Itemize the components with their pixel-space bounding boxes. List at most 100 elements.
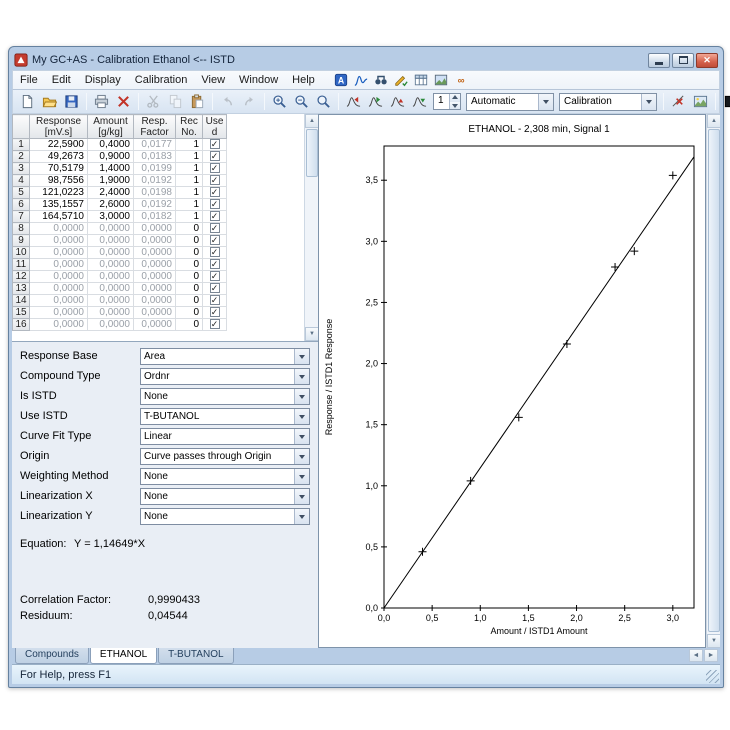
used-checkbox[interactable]: ✓ — [210, 319, 220, 329]
redo-icon[interactable] — [239, 91, 260, 112]
amount-cell[interactable]: 1,4000 — [88, 163, 134, 175]
scroll-up-icon[interactable]: ▲ — [707, 114, 720, 128]
response-cell[interactable]: 0,0000 — [30, 307, 88, 319]
response-cell[interactable]: 0,0000 — [30, 283, 88, 295]
spinner-down-icon[interactable] — [450, 102, 460, 110]
resp-factor-cell[interactable]: 0,0000 — [134, 235, 176, 247]
resp-factor-cell[interactable]: 0,0000 — [134, 271, 176, 283]
used-checkbox[interactable]: ✓ — [210, 199, 220, 209]
is-istd-combo[interactable]: None — [140, 388, 310, 405]
resp-factor-cell[interactable]: 0,0182 — [134, 211, 176, 223]
used-cell[interactable]: ✓ — [203, 235, 227, 247]
rec-no-cell[interactable]: 1 — [176, 187, 203, 199]
response-cell[interactable]: 0,0000 — [30, 271, 88, 283]
used-checkbox[interactable]: ✓ — [210, 235, 220, 245]
used-checkbox[interactable]: ✓ — [210, 139, 220, 149]
linearization-x-combo[interactable]: None — [140, 488, 310, 505]
used-cell[interactable]: ✓ — [203, 199, 227, 211]
rec-no-cell[interactable]: 0 — [176, 259, 203, 271]
amount-cell[interactable]: 0,0000 — [88, 271, 134, 283]
linearization-y-combo[interactable]: None — [140, 508, 310, 525]
rec-no-cell[interactable]: 1 — [176, 139, 203, 151]
main-scrollbar[interactable]: ▲ ▼ — [706, 114, 720, 648]
row-number[interactable]: 15 — [13, 307, 30, 319]
row-number[interactable]: 2 — [13, 151, 30, 163]
used-cell[interactable]: ✓ — [203, 151, 227, 163]
image-icon[interactable] — [432, 72, 450, 89]
response-cell[interactable]: 135,1557 — [30, 199, 88, 211]
tab-scroll-right-icon[interactable]: ► — [704, 649, 718, 662]
menu-help[interactable]: Help — [285, 72, 322, 88]
chevron-down-icon[interactable] — [294, 349, 309, 364]
used-cell[interactable]: ✓ — [203, 163, 227, 175]
rec-no-cell[interactable]: 0 — [176, 307, 203, 319]
curve-fit-type-combo[interactable]: Linear — [140, 428, 310, 445]
menu-view[interactable]: View — [194, 72, 232, 88]
previous-peak-icon[interactable] — [343, 91, 364, 112]
undo-icon[interactable] — [217, 91, 238, 112]
amount-cell[interactable]: 0,0000 — [88, 223, 134, 235]
close-button[interactable]: ✕ — [696, 53, 718, 68]
response-cell[interactable]: 0,0000 — [30, 295, 88, 307]
rec-no-cell[interactable]: 1 — [176, 175, 203, 187]
delete-icon[interactable] — [113, 91, 134, 112]
resize-grip[interactable] — [706, 670, 719, 683]
used-cell[interactable]: ✓ — [203, 139, 227, 151]
response-cell[interactable]: 0,0000 — [30, 235, 88, 247]
zoom-in-icon[interactable] — [269, 91, 290, 112]
amount-cell[interactable]: 2,4000 — [88, 187, 134, 199]
amount-cell[interactable]: 0,0000 — [88, 247, 134, 259]
response-cell[interactable]: 49,2673 — [30, 151, 88, 163]
used-cell[interactable]: ✓ — [203, 283, 227, 295]
used-checkbox[interactable]: ✓ — [210, 247, 220, 257]
chevron-down-icon[interactable] — [538, 94, 553, 110]
mode-combo[interactable]: Automatic — [466, 93, 554, 111]
calibration-graph[interactable]: ETHANOL - 2,308 min, Signal 10,00,51,01,… — [320, 116, 704, 646]
amount-cell[interactable]: 0,0000 — [88, 259, 134, 271]
color-icon[interactable] — [720, 91, 730, 112]
amount-cell[interactable]: 0,4000 — [88, 139, 134, 151]
chevron-down-icon[interactable] — [294, 369, 309, 384]
used-cell[interactable]: ✓ — [203, 307, 227, 319]
resp-factor-cell[interactable]: 0,0198 — [134, 187, 176, 199]
amount-cell[interactable]: 0,0000 — [88, 283, 134, 295]
used-checkbox[interactable]: ✓ — [210, 151, 220, 161]
amount-cell[interactable]: 0,0000 — [88, 295, 134, 307]
rec-no-cell[interactable]: 0 — [176, 223, 203, 235]
chevron-down-icon[interactable] — [294, 509, 309, 524]
row-number[interactable]: 10 — [13, 247, 30, 259]
row-number[interactable]: 1 — [13, 139, 30, 151]
cut-icon[interactable] — [143, 91, 164, 112]
used-checkbox[interactable]: ✓ — [210, 211, 220, 221]
spinner-up-icon[interactable] — [450, 94, 460, 102]
instrument-icon[interactable]: A — [332, 72, 350, 89]
row-number[interactable]: 3 — [13, 163, 30, 175]
amount-cell[interactable]: 2,6000 — [88, 199, 134, 211]
used-checkbox[interactable]: ✓ — [210, 187, 220, 197]
binoculars-icon[interactable] — [372, 72, 390, 89]
table-scrollbar[interactable]: ▲ ▼ — [304, 114, 318, 341]
used-cell[interactable]: ✓ — [203, 271, 227, 283]
weighting-method-combo[interactable]: None — [140, 468, 310, 485]
tab-ethanol[interactable]: ETHANOL — [90, 648, 157, 664]
row-number[interactable]: 13 — [13, 283, 30, 295]
rec-no-cell[interactable]: 0 — [176, 283, 203, 295]
response-cell[interactable]: 0,0000 — [30, 319, 88, 331]
copy-icon[interactable] — [165, 91, 186, 112]
used-cell[interactable]: ✓ — [203, 295, 227, 307]
response-cell[interactable]: 164,5710 — [30, 211, 88, 223]
scroll-down-icon[interactable]: ▼ — [305, 327, 319, 341]
row-number[interactable]: 16 — [13, 319, 30, 331]
used-checkbox[interactable]: ✓ — [210, 295, 220, 305]
chevron-down-icon[interactable] — [294, 449, 309, 464]
used-checkbox[interactable]: ✓ — [210, 271, 220, 281]
used-cell[interactable]: ✓ — [203, 175, 227, 187]
menu-display[interactable]: Display — [78, 72, 128, 88]
resp-factor-cell[interactable]: 0,0000 — [134, 319, 176, 331]
chevron-down-icon[interactable] — [294, 469, 309, 484]
response-cell[interactable]: 121,0223 — [30, 187, 88, 199]
resp-factor-cell[interactable]: 0,0000 — [134, 259, 176, 271]
resp-factor-cell[interactable]: 0,0000 — [134, 247, 176, 259]
amount-cell[interactable]: 1,9000 — [88, 175, 134, 187]
used-cell[interactable]: ✓ — [203, 187, 227, 199]
